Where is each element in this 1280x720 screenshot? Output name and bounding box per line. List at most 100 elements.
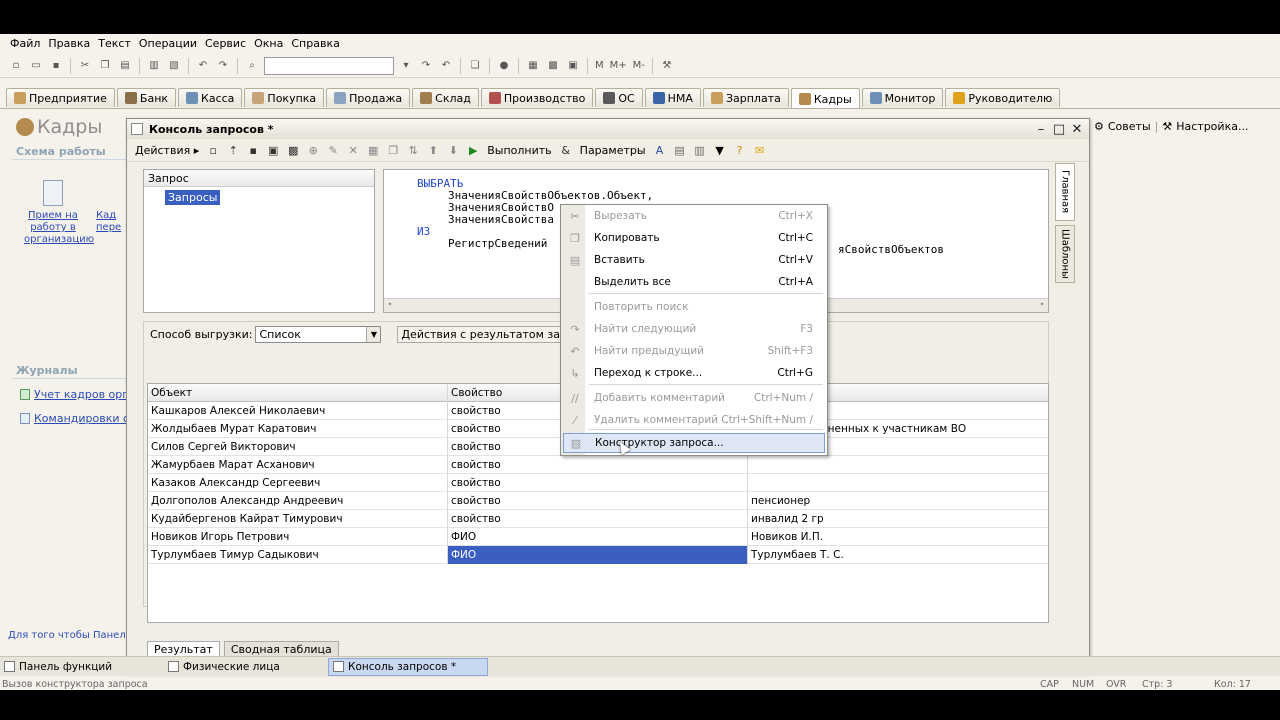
menu-item-1[interactable]: Правка [48, 37, 90, 50]
tab-3[interactable]: Покупка [244, 88, 325, 107]
move-down-icon[interactable]: ⬇ [445, 143, 461, 159]
find-next-icon[interactable]: ↷ [418, 58, 434, 74]
message-icon[interactable]: ✉ [752, 143, 768, 159]
menu-item-6[interactable]: Справка [291, 37, 339, 50]
window-title-bar[interactable]: Консоль запросов * [127, 119, 1089, 139]
clipboard-icon[interactable]: ▣ [565, 58, 581, 74]
save-icon[interactable]: ▪ [48, 58, 64, 74]
taskbar-item[interactable]: Консоль запросов * [328, 657, 488, 676]
query-tree-item[interactable]: Запросы [165, 190, 221, 205]
context-menu-item[interactable]: ↳ Переход к строке... Ctrl+G [563, 363, 825, 383]
dropdown-arrow-icon[interactable]: ▼ [712, 143, 728, 159]
print-icon[interactable]: ▥ [146, 58, 162, 74]
find-prev-icon[interactable]: ↶ [438, 58, 454, 74]
context-menu-item[interactable]: ▤ Вставить Ctrl+V [563, 250, 825, 270]
scroll-left-icon[interactable]: ◂ [387, 299, 392, 308]
upload-icon[interactable]: ⇡ [225, 143, 241, 159]
taskbar-item[interactable]: Физические лица [164, 658, 324, 676]
tab-main[interactable]: Главная [1055, 163, 1075, 221]
window-list-icon[interactable]: ❏ [467, 58, 483, 74]
search-input[interactable] [264, 56, 394, 75]
table-row[interactable]: Жамурбаев Марат Асханович свойство [148, 456, 1048, 474]
scheme-item-hire[interactable]: Прием на работу в организацию [24, 180, 94, 246]
undo-icon[interactable]: ↶ [195, 58, 211, 74]
tab-4[interactable]: Продажа [326, 88, 411, 107]
params-button[interactable]: Параметры [580, 144, 646, 157]
journal-link-trips[interactable]: Командировки орг [20, 412, 143, 425]
copy-icon[interactable]: ❐ [385, 143, 401, 159]
taskbar-item[interactable]: Панель функций [0, 658, 160, 676]
tab-5[interactable]: Склад [412, 88, 479, 107]
memory-button[interactable]: M [595, 60, 604, 71]
menu-item-4[interactable]: Сервис [205, 37, 246, 50]
run-button[interactable]: Выполнить [487, 144, 551, 157]
redo-icon[interactable]: ↷ [215, 58, 231, 74]
save-all-icon[interactable]: ▩ [285, 143, 301, 159]
minimize-icon[interactable]: – [1033, 121, 1049, 137]
result-actions-button[interactable]: Действия с результатом запроса [397, 326, 594, 343]
copy-icon[interactable]: ❐ [97, 58, 113, 74]
query-builder-icon[interactable]: ▤ [672, 143, 688, 159]
new-document-icon[interactable]: ▫ [8, 58, 24, 74]
table-row[interactable]: Турлумбаев Тимур Садыкович ФИО Турлумбаев … [148, 546, 1048, 564]
tab-12[interactable]: Руководителю [945, 88, 1061, 107]
context-menu-item[interactable]: ▧ Конструктор запроса... [563, 433, 825, 453]
new-query-icon[interactable]: ▫ [205, 143, 221, 159]
tab-1[interactable]: Банк [116, 88, 177, 107]
tab-6[interactable]: Производство [480, 88, 594, 107]
menu-item-2[interactable]: Текст [98, 37, 131, 50]
sort-icon[interactable]: ⇅ [405, 143, 421, 159]
options-icon[interactable]: ▥ [692, 143, 708, 159]
memory-plus-button[interactable]: M+ [610, 60, 627, 71]
scroll-right-icon[interactable]: ▸ [1040, 299, 1045, 308]
table-row[interactable]: Казаков Александр Сергеевич свойство [148, 474, 1048, 492]
scheme-item-transfer[interactable]: Кад пере [96, 210, 130, 234]
table-row[interactable]: Новиков Игорь Петрович ФИО Новиков И.П. [148, 528, 1048, 546]
help-icon[interactable]: ● [496, 58, 512, 74]
search-icon[interactable]: ⌕ [244, 58, 260, 74]
tab-10[interactable]: Кадры [790, 88, 860, 109]
tab-8[interactable]: НМА [644, 88, 701, 107]
save-icon[interactable]: ▪ [245, 143, 261, 159]
menu-item-5[interactable]: Окна [254, 37, 283, 50]
cut-icon[interactable]: ✂ [77, 58, 93, 74]
tips-link[interactable]: Советы [1108, 120, 1151, 133]
context-menu-item[interactable]: Выделить все Ctrl+A [563, 272, 825, 292]
move-up-icon[interactable]: ⬆ [425, 143, 441, 159]
calculator-icon[interactable]: ▦ [525, 58, 541, 74]
settings-tool-icon[interactable]: ⚒ [659, 58, 675, 74]
table-row[interactable]: Долгополов Александр Андреевич свойство пе… [148, 492, 1048, 510]
context-menu-item[interactable]: ❐ Копировать Ctrl+C [563, 228, 825, 248]
help-icon[interactable]: ? [732, 143, 748, 159]
tab-2[interactable]: Касса [178, 88, 243, 107]
journal-link-hr[interactable]: Учет кадров орган [20, 388, 142, 401]
table-row[interactable]: Кудайбергенов Кайрат Тимурович свойство ин… [148, 510, 1048, 528]
column-header[interactable]: Объект [148, 384, 448, 402]
calendar-icon[interactable]: ▩ [545, 58, 561, 74]
grid-icon[interactable]: ▦ [365, 143, 381, 159]
export-mode-select[interactable]: Список ▼ [255, 326, 382, 343]
preview-icon[interactable]: ▧ [166, 58, 182, 74]
open-folder-icon[interactable]: ▭ [28, 58, 44, 74]
tab-11[interactable]: Монитор [861, 88, 944, 107]
delete-icon[interactable]: ✕ [345, 143, 361, 159]
tab-9[interactable]: Зарплата [702, 88, 789, 107]
chevron-down-icon[interactable]: ▼ [366, 327, 381, 342]
menu-item-3[interactable]: Операции [139, 37, 197, 50]
tab-7[interactable]: ОС [595, 88, 643, 107]
menu-item-0[interactable]: Файл [10, 37, 40, 50]
font-icon[interactable]: A [652, 143, 668, 159]
paste-icon[interactable]: ▤ [117, 58, 133, 74]
tab-0[interactable]: Предприятие [6, 88, 115, 107]
search-dropdown-icon[interactable]: ▾ [398, 58, 414, 74]
settings-link[interactable]: Настройка... [1176, 120, 1248, 133]
save-as-icon[interactable]: ▣ [265, 143, 281, 159]
tab-templates[interactable]: Шаблоны [1055, 225, 1075, 283]
memory-minus-button[interactable]: M- [633, 60, 645, 71]
close-icon[interactable]: ✕ [1069, 121, 1085, 137]
query-tree[interactable]: Запрос Запросы [143, 169, 375, 313]
add-icon[interactable]: ⊕ [305, 143, 321, 159]
actions-menu[interactable]: Действия ▸ [135, 144, 199, 157]
edit-icon[interactable]: ✎ [325, 143, 341, 159]
maximize-icon[interactable]: □ [1051, 121, 1067, 137]
